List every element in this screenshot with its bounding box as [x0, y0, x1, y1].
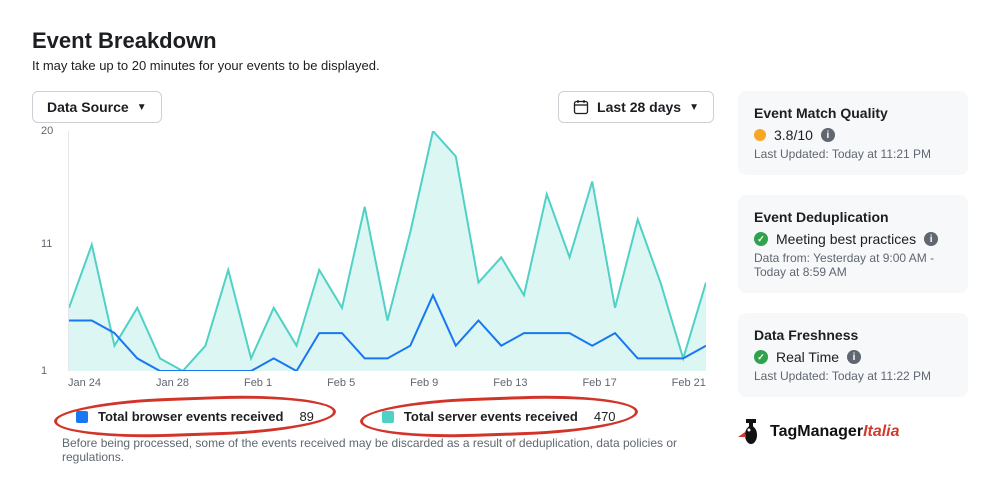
x-tick: Feb 9	[410, 377, 438, 389]
card-meta: Last Updated: Today at 11:22 PM	[754, 369, 952, 383]
page-subtitle: It may take up to 20 minutes for your ev…	[32, 58, 968, 73]
date-range-label: Last 28 days	[597, 99, 681, 115]
dedup-status: Meeting best practices	[776, 231, 916, 247]
info-icon[interactable]: i	[924, 232, 938, 246]
x-tick: Feb 13	[493, 377, 527, 389]
match-quality-score: 3.8/10	[774, 127, 813, 143]
x-tick: Jan 28	[156, 377, 189, 389]
bird-icon	[738, 417, 764, 447]
x-tick: Feb 5	[327, 377, 355, 389]
legend-label: Total server events received	[404, 409, 578, 424]
legend-swatch-teal	[382, 411, 394, 423]
card-title: Event Deduplication	[754, 209, 952, 225]
legend-value: 89	[299, 409, 313, 424]
freshness-status: Real Time	[776, 349, 839, 365]
data-source-label: Data Source	[47, 99, 129, 115]
y-tick: 1	[41, 365, 47, 377]
legend-browser-events: Total browser events received 89	[62, 407, 328, 426]
x-tick: Feb 1	[244, 377, 272, 389]
chevron-down-icon: ▼	[137, 102, 147, 113]
legend-swatch-blue	[76, 411, 88, 423]
calendar-icon	[573, 99, 589, 115]
card-title: Event Match Quality	[754, 105, 952, 121]
x-tick: Feb 17	[582, 377, 616, 389]
legend-footnote: Before being processed, some of the even…	[62, 436, 702, 464]
y-tick: 20	[41, 125, 53, 137]
x-tick: Feb 21	[672, 377, 706, 389]
status-dot-amber	[754, 129, 766, 141]
legend-server-events: Total server events received 470	[368, 407, 630, 426]
legend-value: 470	[594, 409, 616, 424]
chevron-down-icon: ▼	[689, 102, 699, 113]
legend-label: Total browser events received	[98, 409, 283, 424]
card-event-deduplication[interactable]: Event Deduplication ✓ Meeting best pract…	[738, 195, 968, 293]
page-title: Event Breakdown	[32, 28, 968, 54]
check-circle-icon: ✓	[754, 232, 768, 246]
info-icon[interactable]: i	[847, 350, 861, 364]
date-range-dropdown[interactable]: Last 28 days ▼	[558, 91, 714, 123]
x-tick: Jan 24	[68, 377, 101, 389]
data-source-dropdown[interactable]: Data Source ▼	[32, 91, 162, 123]
card-event-match-quality[interactable]: Event Match Quality 3.8/10 i Last Update…	[738, 91, 968, 175]
logo-text-2: Italia	[863, 423, 899, 440]
card-meta: Data from: Yesterday at 9:00 AM - Today …	[754, 251, 952, 279]
tagmanager-italia-logo: TagManagerItalia	[738, 417, 968, 447]
info-icon[interactable]: i	[821, 128, 835, 142]
check-circle-icon: ✓	[754, 350, 768, 364]
card-meta: Last Updated: Today at 11:21 PM	[754, 147, 952, 161]
x-axis: Jan 24 Jan 28 Feb 1 Feb 5 Feb 9 Feb 13 Feb 17 F…	[68, 371, 706, 389]
card-title: Data Freshness	[754, 327, 952, 343]
logo-text-1: TagManager	[770, 423, 863, 440]
card-data-freshness[interactable]: Data Freshness ✓ Real Time i Last Update…	[738, 313, 968, 397]
y-tick: 11	[41, 238, 52, 250]
event-chart: 20 11 1	[68, 131, 706, 371]
